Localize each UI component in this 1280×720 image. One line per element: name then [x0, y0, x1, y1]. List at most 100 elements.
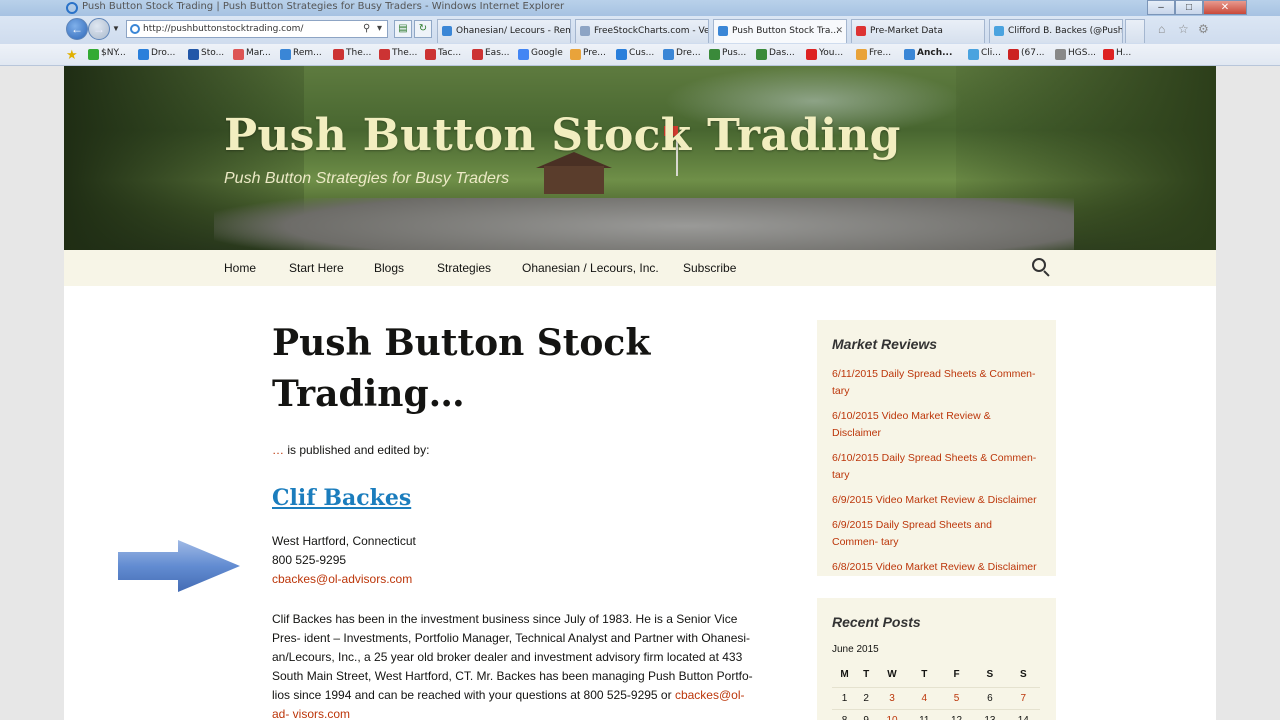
nav-subscribe[interactable]: Subscribe	[683, 261, 736, 275]
intro-text: … is published and edited by:	[272, 443, 430, 457]
person-name-link[interactable]: Clif Backes	[272, 485, 411, 511]
minimize-button[interactable]: –	[1147, 0, 1175, 15]
calendar-day-link[interactable]: 5	[939, 686, 974, 709]
page-gutter-left	[0, 66, 64, 720]
ie-page-icon	[663, 49, 674, 60]
favorite-link[interactable]: Cli...	[968, 48, 1001, 60]
calendar-day-link[interactable]: 10	[875, 708, 909, 720]
forward-button[interactable]: →	[88, 18, 110, 40]
google-icon	[518, 49, 529, 60]
main-navigation: Home Start Here Blogs Strategies Ohanesi…	[64, 250, 1216, 286]
favorite-link[interactable]: (67...	[1008, 48, 1045, 60]
new-tab-button[interactable]	[1125, 19, 1145, 43]
window-titlebar: Push Button Stock Trading | Push Button …	[0, 0, 1280, 16]
tab-ohanesian[interactable]: Ohanesian/ Lecours - Rem...	[437, 19, 571, 43]
page-title: Push Button Stock Trading…	[272, 322, 651, 415]
favorite-link[interactable]: Cus...	[616, 48, 654, 60]
site-header-banner: Push Button Stock Trading Push Button St…	[64, 66, 1216, 250]
tab-twitter[interactable]: Clifford B. Backes (@Push...	[989, 19, 1123, 43]
email-link[interactable]: cbackes@ol-advisors.com	[272, 572, 412, 586]
close-window-button[interactable]: ✕	[1203, 0, 1247, 15]
weekday-header: M	[840, 669, 849, 681]
favorite-link[interactable]: $NY...	[88, 48, 126, 60]
site-icon	[188, 49, 199, 60]
site-icon	[379, 49, 390, 60]
favorite-link[interactable]: H...	[1103, 48, 1131, 60]
calendar-day: 8	[832, 708, 858, 720]
nav-strategies[interactable]: Strategies	[437, 261, 491, 275]
favorite-link[interactable]: You...	[806, 48, 843, 60]
tab-label: Clifford B. Backes (@Push...	[1008, 26, 1123, 36]
twitter-icon	[994, 26, 1004, 36]
site-icon	[856, 49, 867, 60]
favorite-link[interactable]: The...	[379, 48, 417, 60]
market-review-link[interactable]: 6/9/2015 Video Market Review & Disclaime…	[832, 492, 1040, 509]
maximize-button[interactable]: □	[1175, 0, 1203, 15]
calendar-month: June 2015	[832, 644, 879, 655]
favorite-link[interactable]: The...	[333, 48, 371, 60]
weekday-header: S	[986, 669, 994, 681]
favorites-star-icon[interactable]: ☆	[1178, 22, 1189, 36]
search-icon[interactable]	[1032, 258, 1050, 277]
calendar-day: 9	[857, 708, 876, 720]
favorite-link[interactable]: Dro...	[138, 48, 175, 60]
market-review-link[interactable]: 6/11/2015 Daily Spread Sheets & Commen- …	[832, 366, 1040, 400]
calendar-day: 14	[1006, 708, 1040, 720]
favorite-link[interactable]: Dre...	[663, 48, 701, 60]
favorite-link[interactable]: Sto...	[188, 48, 224, 60]
favorite-link[interactable]: HGS...	[1055, 48, 1096, 60]
bio-paragraph: Clif Backes has been in the investment b…	[272, 612, 753, 720]
back-button[interactable]: ←	[66, 18, 88, 40]
market-review-link[interactable]: 6/10/2015 Video Market Review & Disclaim…	[832, 408, 1040, 442]
page-gutter-right	[1216, 66, 1280, 720]
favorite-link[interactable]: Das...	[756, 48, 795, 60]
tab-label: Push Button Stock Tra...	[732, 26, 839, 36]
favorite-link[interactable]: Rem...	[280, 48, 322, 60]
market-review-link[interactable]: 6/10/2015 Daily Spread Sheets & Commen- …	[832, 450, 1040, 484]
favorite-link[interactable]: Pre...	[570, 48, 606, 60]
market-review-link[interactable]: 6/8/2015 Video Market Review & Disclaime…	[832, 559, 1040, 576]
search-address-icon[interactable]: ⚲	[363, 21, 370, 37]
gear-icon[interactable]: ⚙	[1198, 22, 1209, 36]
site-icon	[88, 49, 99, 60]
favorite-link[interactable]: Fre...	[856, 48, 891, 60]
compat-view-icon[interactable]: ▤	[394, 20, 412, 38]
favorite-link[interactable]: Eas...	[472, 48, 509, 60]
tab-freestockcharts[interactable]: FreeStockCharts.com - Ve...	[575, 19, 709, 43]
favorite-link[interactable]: Anch...	[904, 48, 952, 60]
nav-blogs[interactable]: Blogs	[374, 261, 404, 275]
refresh-icon[interactable]: ↻	[414, 20, 432, 38]
close-tab-icon[interactable]: ✕	[835, 20, 843, 42]
address-bar[interactable]: http://pushbuttonstocktrading.com/ ⚲ ▾	[126, 20, 388, 38]
widget-title: Recent Posts	[832, 614, 921, 630]
recent-posts-widget: Recent Posts June 2015 M T W T F S S 1 2…	[817, 598, 1056, 720]
market-review-link[interactable]: 6/9/2015 Daily Spread Sheets and Commen-…	[832, 517, 1040, 551]
favorite-link[interactable]: Pus...	[709, 48, 746, 60]
home-icon[interactable]: ⌂	[1158, 22, 1165, 36]
favorite-link[interactable]: Tac...	[425, 48, 461, 60]
calendar-day-link[interactable]: 7	[1006, 686, 1040, 709]
tab-push-button[interactable]: Push Button Stock Tra... ✕	[713, 19, 847, 43]
calendar-day-link[interactable]: 3	[875, 686, 909, 709]
twitter-icon	[968, 49, 979, 60]
calendar-day: 11	[908, 708, 940, 720]
site-icon	[856, 26, 866, 36]
address-url: http://pushbuttonstocktrading.com/	[143, 24, 304, 34]
calendar-day: 13	[973, 708, 1007, 720]
favorites-star-icon[interactable]: ★	[66, 47, 78, 63]
globe-icon	[756, 49, 767, 60]
globe-icon	[709, 49, 720, 60]
ie-logo-icon	[66, 2, 78, 14]
history-dropdown-icon[interactable]: ▼	[112, 24, 120, 33]
favorite-link[interactable]: Mar...	[233, 48, 271, 60]
nav-start-here[interactable]: Start Here	[289, 261, 344, 275]
page-icon	[580, 26, 590, 36]
favorites-bar: ★ $NY... Dro... Sto... Mar... Rem... The…	[0, 44, 1280, 66]
site-title[interactable]: Push Button Stock Trading	[224, 110, 901, 161]
calendar-day-link[interactable]: 4	[908, 686, 940, 709]
favorite-link[interactable]: Google	[518, 48, 563, 60]
tab-pre-market[interactable]: Pre-Market Data	[851, 19, 985, 43]
nav-home[interactable]: Home	[224, 261, 256, 275]
nav-ohanesian-lecours[interactable]: Ohanesian / Lecours, Inc.	[522, 261, 659, 275]
address-dropdown-icon[interactable]: ▾	[377, 21, 382, 37]
